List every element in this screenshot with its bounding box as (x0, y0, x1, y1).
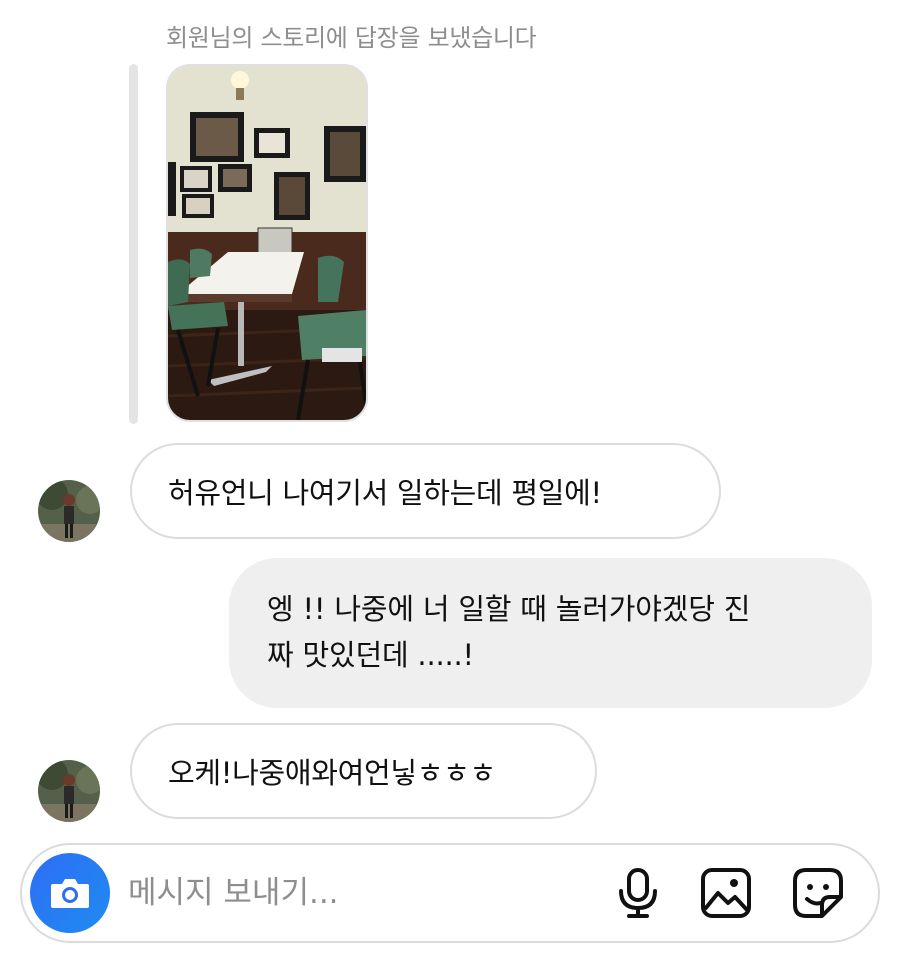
message-text: 오케!나중애와여언닣ㅎㅎㅎ (168, 756, 496, 790)
avatar-photo (38, 480, 100, 542)
gallery-button[interactable] (698, 865, 754, 921)
sender-avatar[interactable] (38, 760, 100, 822)
story-reply-indicator-bar (129, 64, 138, 424)
sticker-icon (793, 868, 843, 918)
camera-icon (51, 879, 89, 908)
camera-button[interactable] (30, 853, 110, 933)
story-thumbnail[interactable] (166, 64, 368, 422)
cafe-interior-photo (168, 66, 366, 420)
image-icon (701, 868, 751, 918)
outgoing-message-bubble[interactable]: 엥 !! 나중에 너 일할 때 놀러가야겠당 진 짜 맛있던데 .....! (229, 558, 872, 708)
message-text-line-1: 엥 !! 나중에 너 일할 때 놀러가야겠당 진 (267, 592, 751, 626)
incoming-message-bubble[interactable]: 오케!나중애와여언닣ㅎㅎㅎ (130, 723, 597, 819)
message-composer (20, 843, 880, 943)
incoming-message-bubble[interactable]: 허유언니 나여기서 일하는데 평일에! (130, 443, 721, 539)
message-text-line-2: 짜 맛있던데 .....! (267, 638, 474, 672)
message-input[interactable] (128, 867, 578, 919)
sticker-button[interactable] (790, 865, 846, 921)
microphone-icon (619, 868, 657, 918)
story-reply-caption: 회원님의 스토리에 답장을 보냈습니다 (166, 24, 537, 52)
sender-avatar[interactable] (38, 480, 100, 542)
microphone-button[interactable] (610, 865, 666, 921)
message-text: 허유언니 나여기서 일하는데 평일에! (168, 476, 602, 510)
avatar-photo (38, 760, 100, 822)
